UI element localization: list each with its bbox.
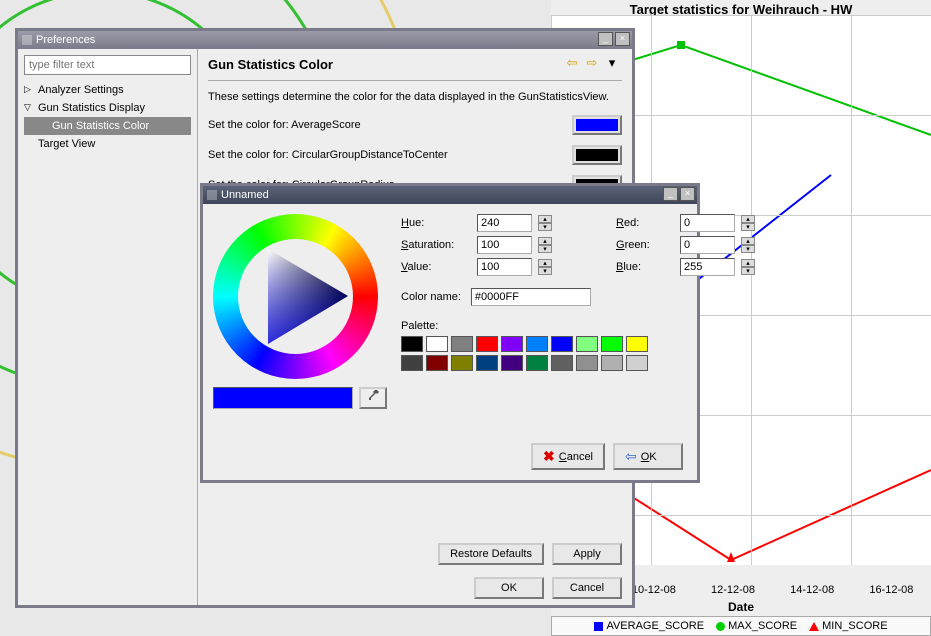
window-title: Unnamed — [221, 189, 269, 201]
color-picker-window: Unnamed _ × — [200, 183, 700, 483]
palette-swatch[interactable] — [451, 355, 473, 371]
palette-swatch[interactable] — [601, 355, 623, 371]
cancel-button[interactable]: Cancel — [552, 577, 622, 599]
palette-swatch[interactable] — [576, 336, 598, 352]
blue-label: Blue: — [616, 261, 674, 273]
setting-label: Set the color for: CircularGroupDistance… — [208, 149, 566, 161]
palette-swatch[interactable] — [626, 336, 648, 352]
blue-input[interactable] — [680, 258, 735, 276]
hue-label: Hue: — [401, 217, 471, 229]
palette-swatch[interactable] — [501, 336, 523, 352]
filter-input[interactable] — [24, 55, 191, 75]
saturation-label: Saturation: — [401, 239, 471, 251]
palette-swatch[interactable] — [601, 336, 623, 352]
menu-icon[interactable]: ▾ — [604, 55, 620, 71]
colorname-label: Color name: — [401, 291, 461, 303]
red-spinner[interactable]: ▴▾ — [741, 215, 755, 231]
back-icon[interactable]: ⇦ — [564, 55, 580, 71]
hue-spinner[interactable]: ▴▾ — [538, 215, 552, 231]
minimize-button[interactable]: _ — [598, 32, 613, 46]
value-input[interactable] — [477, 258, 532, 276]
sat-spinner[interactable]: ▴▾ — [538, 237, 552, 253]
green-input[interactable] — [680, 236, 735, 254]
palette-swatch[interactable] — [576, 355, 598, 371]
close-button[interactable]: × — [680, 187, 695, 201]
palette-swatch[interactable] — [551, 355, 573, 371]
eyedropper-icon — [366, 389, 380, 403]
palette-swatch[interactable] — [401, 336, 423, 352]
palette-swatch[interactable] — [401, 355, 423, 371]
page-heading: Gun Statistics Color — [208, 57, 622, 72]
titlebar[interactable]: Preferences _ × — [18, 31, 632, 49]
eyedropper-button[interactable] — [359, 387, 387, 409]
color-button-averagescore[interactable] — [572, 115, 622, 135]
tree-target-view[interactable]: Target View — [24, 135, 191, 153]
titlebar[interactable]: Unnamed _ × — [203, 186, 697, 204]
palette-swatch[interactable] — [626, 355, 648, 371]
ok-icon: ⇦ — [625, 448, 637, 465]
colorname-input[interactable] — [471, 288, 591, 306]
setting-label: Set the color for: AverageScore — [208, 119, 566, 131]
ok-button[interactable]: OK — [474, 577, 544, 599]
palette-swatch[interactable] — [476, 336, 498, 352]
setting-row: Set the color for: AverageScore — [208, 115, 622, 135]
chart-legend: AVERAGE_SCORE MAX_SCORE MIN_SCORE — [551, 616, 931, 636]
minimize-button[interactable]: _ — [663, 187, 678, 201]
palette-swatch[interactable] — [476, 355, 498, 371]
value-label: Value: — [401, 261, 471, 273]
palette-swatch[interactable] — [426, 336, 448, 352]
page-description: These settings determine the color for t… — [208, 91, 622, 103]
palette-swatch[interactable] — [526, 336, 548, 352]
sv-triangle[interactable] — [238, 239, 353, 354]
color-button-circgroupdist[interactable] — [572, 145, 622, 165]
palette — [401, 336, 757, 371]
tree-analyzer-settings[interactable]: Analyzer Settings — [24, 81, 191, 99]
saturation-input[interactable] — [477, 236, 532, 254]
color-wheel[interactable] — [213, 214, 378, 379]
palette-swatch[interactable] — [551, 336, 573, 352]
forward-icon[interactable]: ⇨ — [584, 55, 600, 71]
red-input[interactable] — [680, 214, 735, 232]
blue-spinner[interactable]: ▴▾ — [741, 259, 755, 275]
restore-defaults-button[interactable]: Restore Defaults — [438, 543, 544, 565]
app-icon — [207, 190, 217, 200]
apply-button[interactable]: Apply — [552, 543, 622, 565]
red-label: Red: — [616, 217, 674, 229]
legend-item: MIN_SCORE — [809, 620, 887, 632]
palette-swatch[interactable] — [451, 336, 473, 352]
palette-swatch[interactable] — [526, 355, 548, 371]
window-title: Preferences — [36, 34, 95, 46]
palette-swatch[interactable] — [501, 355, 523, 371]
green-label: Green: — [616, 239, 674, 251]
green-spinner[interactable]: ▴▾ — [741, 237, 755, 253]
picker-cancel-button[interactable]: ✖ Cancel — [531, 443, 605, 470]
color-preview — [213, 387, 353, 409]
close-button[interactable]: × — [615, 32, 630, 46]
val-spinner[interactable]: ▴▾ — [538, 259, 552, 275]
cancel-icon: ✖ — [543, 448, 555, 465]
palette-swatch[interactable] — [426, 355, 448, 371]
tree-gun-statistics-color[interactable]: Gun Statistics Color — [24, 117, 191, 135]
hue-input[interactable] — [477, 214, 532, 232]
legend-item: AVERAGE_SCORE — [594, 620, 704, 632]
setting-row: Set the color for: CircularGroupDistance… — [208, 145, 622, 165]
palette-label: Palette: — [401, 320, 757, 332]
picker-ok-button[interactable]: ⇦ OK — [613, 443, 683, 470]
preferences-tree: Analyzer Settings Gun Statistics Display… — [18, 49, 198, 605]
tree-gun-statistics-display[interactable]: Gun Statistics Display — [24, 99, 191, 117]
legend-item: MAX_SCORE — [716, 620, 797, 632]
app-icon — [22, 35, 32, 45]
